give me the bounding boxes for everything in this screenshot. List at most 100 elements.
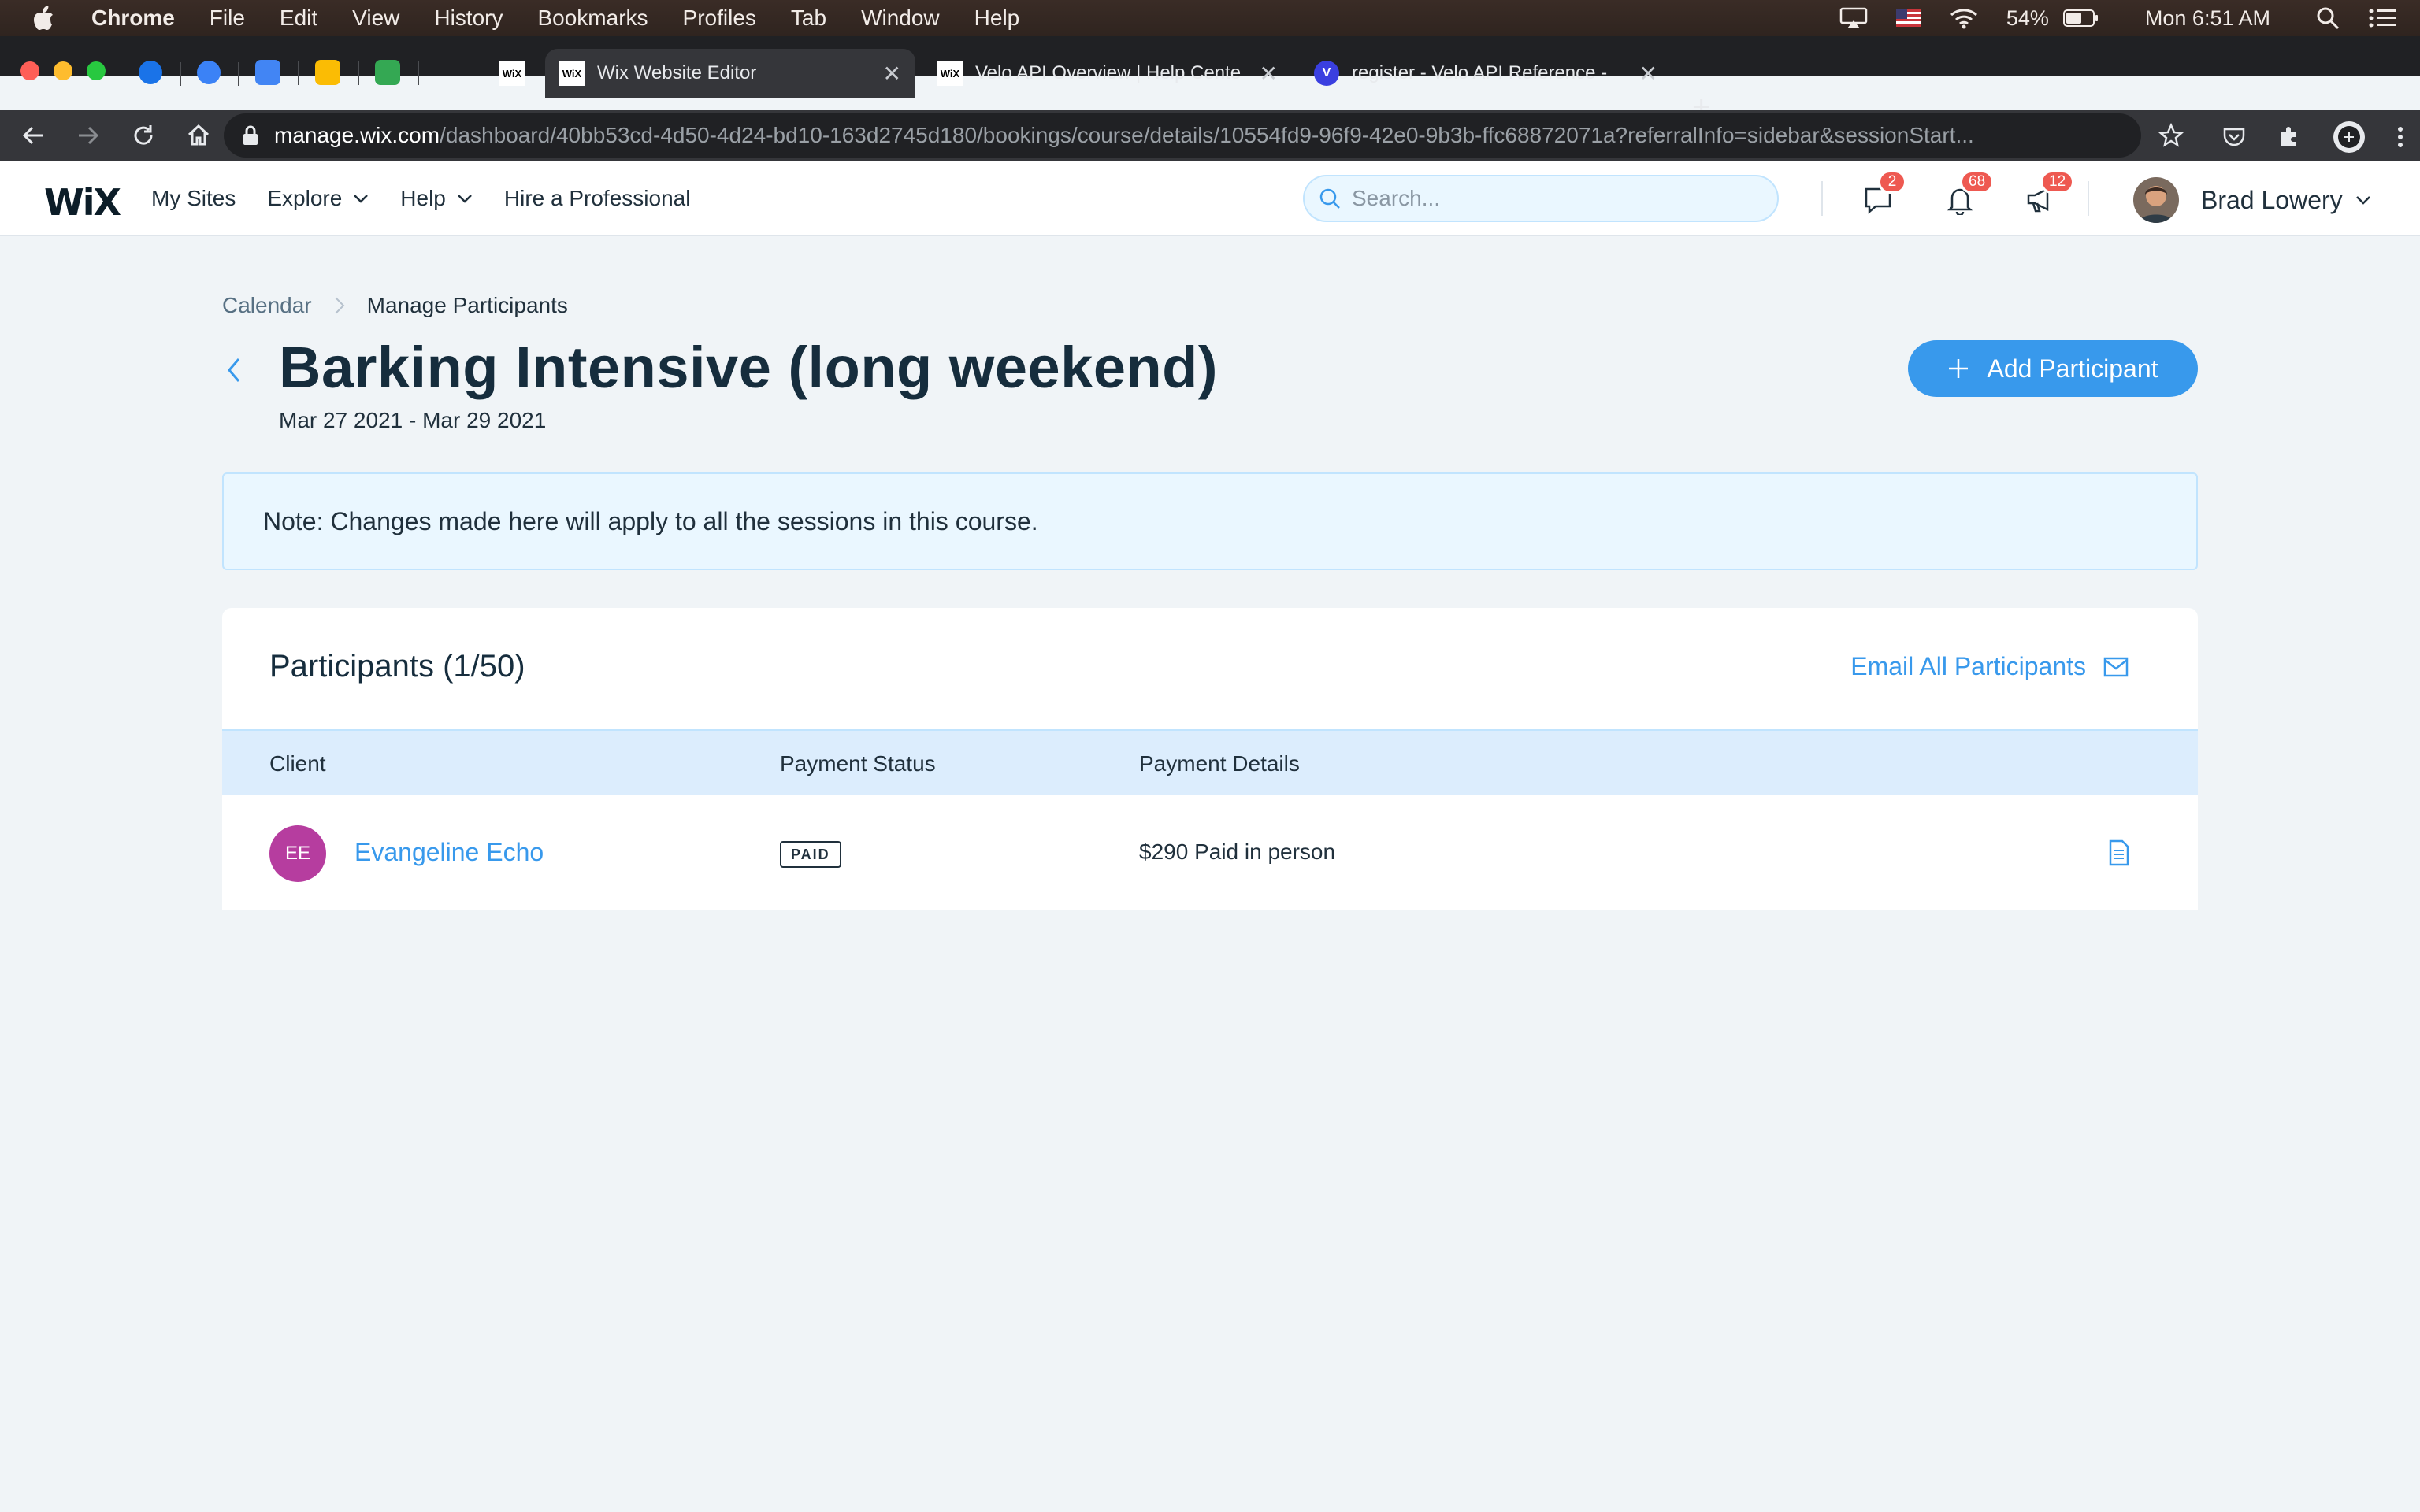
url-host: manage.wix.com [274,123,440,147]
email-all-label: Email All Participants [1850,652,2086,680]
nav-my-sites[interactable]: My Sites [151,186,236,211]
extensions-puzzle-icon[interactable] [2277,124,2302,150]
wix-favicon-icon: WiX [559,61,585,86]
macos-menu-bar: Chrome File Edit View History Bookmarks … [0,0,2420,36]
bookmark-star-icon[interactable] [2158,123,2184,148]
add-participant-button[interactable]: Add Participant [1908,340,2198,397]
tab-velo-api-overview[interactable]: WiX Velo API Overview | Help Cente ✕ [923,49,1292,98]
user-name: Brad Lowery [2201,185,2343,214]
menu-clock[interactable]: Mon 6:51 AM [2145,6,2270,31]
menu-bookmarks[interactable]: Bookmarks [537,6,648,31]
browser-toolbar: manage.wix.com/dashboard/40bb53cd-4d50-4… [0,110,2420,161]
tab-close-icon[interactable]: ✕ [1639,61,1657,87]
tab-title: Velo API Overview | Help Cente [975,62,1242,83]
add-participant-label: Add Participant [1987,354,2158,383]
wix-logo[interactable]: WiX [44,181,121,224]
reload-icon[interactable] [128,120,159,151]
nav-explore[interactable]: Explore [267,186,369,211]
payment-details: $290 Paid in person [1139,839,1336,864]
pinned-tab-calendar-icon[interactable] [255,60,299,85]
participants-card: Participants (1/50) Email All Participan… [222,608,2198,910]
window-controls [20,61,120,80]
menu-view[interactable]: View [352,6,399,31]
dashboard-search[interactable] [1303,175,1779,222]
tab-title: Wix Website Editor [597,62,757,83]
participants-header: Participants (1/50) Email All Participan… [222,608,2198,731]
nav-hire-professional[interactable]: Hire a Professional [504,186,691,211]
payment-status-badge: PAID [780,841,841,868]
notifications-bell-icon[interactable]: 68 [1943,170,1995,217]
announcements-badge: 12 [2040,170,2075,194]
airplay-icon[interactable] [1839,7,1868,29]
us-flag-icon[interactable] [1895,9,1921,27]
client-name-link[interactable]: Evangeline Echo [354,838,544,867]
table-row[interactable]: EE Evangeline Echo PAID $290 Paid in per… [222,797,2198,910]
menu-app-name[interactable]: Chrome [91,6,175,31]
control-center-icon[interactable] [2368,7,2396,29]
user-menu[interactable]: Brad Lowery [2133,176,2371,224]
search-input[interactable] [1352,186,1777,211]
menu-profiles[interactable]: Profiles [683,6,756,31]
velo-favicon-icon: V [1314,61,1339,86]
wifi-icon[interactable] [1950,7,1978,29]
pocket-icon[interactable] [2221,124,2247,150]
battery-icon[interactable] [2062,9,2099,28]
profile-avatar-icon[interactable] [2332,120,2366,154]
announcements-megaphone-icon[interactable]: 12 [2023,170,2075,217]
breadcrumb-current: Manage Participants [366,293,568,317]
tab-close-icon[interactable]: ✕ [1260,61,1278,87]
minimize-window-button[interactable] [54,61,72,80]
tab-title: register - Velo API Reference - [1352,62,1608,83]
back-chevron-icon[interactable] [222,354,246,386]
maximize-window-button[interactable] [87,61,106,80]
spotlight-icon[interactable] [2316,6,2340,30]
course-note-banner: Note: Changes made here will apply to al… [222,472,2198,570]
more-options-icon[interactable] [2396,124,2404,150]
url-path: /dashboard/40bb53cd-4d50-4d24-bd10-163d2… [440,123,1974,147]
breadcrumb-calendar[interactable]: Calendar [222,293,312,318]
email-all-participants-link[interactable]: Email All Participants [1850,652,2129,681]
column-client: Client [269,751,326,776]
nav-label: Help [400,186,446,210]
menu-edit[interactable]: Edit [280,6,317,31]
column-payment-details: Payment Details [1139,751,1300,776]
tab-wix-favicon-only[interactable]: WiX [485,49,540,98]
address-bar[interactable]: manage.wix.com/dashboard/40bb53cd-4d50-4… [224,113,2141,158]
document-icon[interactable] [2108,839,2130,866]
mail-icon [2103,657,2129,676]
menu-file[interactable]: File [210,6,245,31]
menu-tab[interactable]: Tab [791,6,826,31]
client-avatar: EE [269,825,326,882]
nav-help[interactable]: Help [400,186,473,211]
tab-register-velo-api[interactable]: V register - Velo API Reference - ✕ [1300,49,1672,98]
pinned-tab-calendar-grid-icon[interactable] [139,61,181,86]
home-icon[interactable] [183,120,214,151]
nav-label: Hire a Professional [503,186,691,210]
back-arrow-icon[interactable] [17,120,49,151]
close-window-button[interactable] [20,61,39,80]
notifications-badge: 68 [1960,170,1995,194]
tab-close-icon[interactable]: ✕ [883,61,901,87]
wix-favicon-icon: WiX [937,61,963,86]
messages-icon[interactable]: 2 [1861,170,1906,217]
apple-icon[interactable] [32,5,55,32]
participants-title: Participants (1/50) [269,649,525,684]
browser-tab-strip: WiX WiX Wix Website Editor ✕ WiX Velo AP… [0,36,2420,123]
pinned-tab-keep-icon[interactable] [315,60,359,85]
divider [2088,181,2089,216]
menu-history[interactable]: History [434,6,503,31]
plus-icon [1949,359,1969,378]
chevron-down-icon [354,195,369,203]
pinned-tab-chat-bubble-icon[interactable] [375,60,419,85]
pinned-tabs [139,60,435,86]
menu-window[interactable]: Window [861,6,940,31]
user-avatar [2133,177,2179,223]
column-payment-status: Payment Status [780,751,936,776]
search-icon [1319,188,1340,209]
tab-wix-website-editor[interactable]: WiX Wix Website Editor ✕ [545,49,915,98]
lock-icon[interactable] [243,125,258,146]
forward-arrow-icon[interactable] [72,120,104,151]
page-title: Barking Intensive (long weekend) [279,335,1219,400]
pinned-tab-chat-icon[interactable] [197,61,239,86]
menu-help[interactable]: Help [974,6,1020,31]
